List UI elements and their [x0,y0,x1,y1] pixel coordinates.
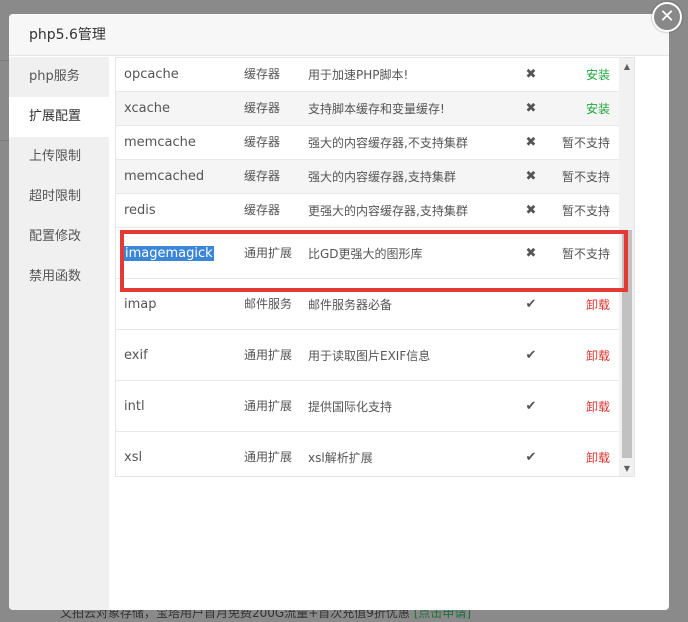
sidebar-item-extensions[interactable]: 扩展配置 [9,97,109,137]
ext-desc: 更强大的内容缓存器,支持集群 [308,204,468,218]
table-row: imap 邮件服务 邮件服务器必备 ✔ 卸载 [116,279,619,330]
ext-name: exif [124,347,148,363]
ext-name: memcached [124,169,205,184]
ext-type: 通用扩展 [244,245,293,260]
ext-type: 缓存器 [244,101,281,115]
ext-name: xcache [124,101,170,116]
table-row: xsl 通用扩展 xsl解析扩展 ✔ 卸载 [116,432,619,476]
table-row: memcached 缓存器 强大的内容缓存器,支持集群 ✖ 暂不支持 [116,160,619,194]
cross-icon: ✖ [525,135,537,150]
cross-icon: ✖ [525,169,537,184]
sidebar-item-config-edit[interactable]: 配置修改 [9,217,109,257]
ext-name: imagemagick [124,228,239,278]
check-icon: ✔ [525,449,537,465]
ext-type: 缓存器 [244,169,281,183]
ext-name: opcache [124,67,179,82]
ext-type: 缓存器 [244,67,281,81]
ext-desc: 支持脚本缓存和变量缓存! [308,102,445,116]
table-row: opcache 缓存器 用于加速PHP脚本! ✖ 安装 [116,58,619,92]
ext-name: xsl [124,449,143,465]
table-row: intl 通用扩展 提供国际化支持 ✔ 卸载 [116,381,619,432]
ext-name-selected: imagemagick [124,245,214,261]
ext-desc: 邮件服务器必备 [308,297,393,312]
unsupported-label: 暂不支持 [561,170,610,184]
ext-type: 缓存器 [244,203,281,217]
table-row: xcache 缓存器 支持脚本缓存和变量缓存! ✖ 安装 [116,92,619,126]
sidebar-item-timeout-limit[interactable]: 超时限制 [9,177,109,217]
sidebar-item-php-service[interactable]: php服务 [9,57,109,97]
table-row: memcache 缓存器 强大的内容缓存器,不支持集群 ✖ 暂不支持 [116,126,619,160]
scroll-up-icon[interactable]: ▲ [619,58,634,74]
check-icon: ✔ [525,296,537,312]
table-row: imagemagick 通用扩展 比GD更强大的图形库 ✖ 暂不支持 [116,228,619,279]
ext-desc: 比GD更强大的图形库 [308,246,423,261]
scrollbar-thumb[interactable] [622,230,632,458]
unsupported-label: 暂不支持 [561,204,610,218]
install-button[interactable]: 安装 [546,58,610,91]
uninstall-button[interactable]: 卸载 [546,432,610,476]
table-row: exif 通用扩展 用于读取图片EXIF信息 ✔ 卸载 [116,330,619,381]
ext-type: 通用扩展 [244,347,293,362]
ext-desc: 用于读取图片EXIF信息 [308,348,431,363]
uninstall-button[interactable]: 卸载 [546,330,610,380]
ext-type: 通用扩展 [244,449,293,464]
extensions-rows: opcache 缓存器 用于加速PHP脚本! ✖ 安装 xcache 缓存器 支… [116,58,619,476]
check-icon: ✔ [525,398,537,414]
uninstall-button[interactable]: 卸载 [546,381,610,431]
ext-type: 缓存器 [244,135,281,149]
ext-name: imap [124,296,157,312]
unsupported-label: 暂不支持 [561,246,610,261]
check-icon: ✔ [525,347,537,363]
cross-icon: ✖ [525,67,537,82]
unsupported-label: 暂不支持 [561,136,610,150]
table-row: redis 缓存器 更强大的内容缓存器,支持集群 ✖ 暂不支持 [116,194,619,228]
uninstall-button[interactable]: 卸载 [546,279,610,329]
ext-desc: 用于加速PHP脚本! [308,68,409,82]
install-button[interactable]: 安装 [546,92,610,125]
ext-type: 邮件服务 [244,296,293,311]
cross-icon: ✖ [525,101,537,116]
table-scrollbar[interactable]: ▲ ▼ [619,58,634,476]
ext-name: memcache [124,135,196,150]
sidebar-item-upload-limit[interactable]: 上传限制 [9,137,109,177]
ext-desc: xsl解析扩展 [308,450,373,465]
ext-name: intl [124,398,145,414]
ext-desc: 提供国际化支持 [308,399,393,414]
extensions-table: opcache 缓存器 用于加速PHP脚本! ✖ 安装 xcache 缓存器 支… [115,57,635,477]
cross-icon: ✖ [525,245,537,261]
dialog-sidebar: php服务 扩展配置 上传限制 超时限制 配置修改 禁用函数 [9,57,109,610]
close-icon[interactable]: ✕ [652,2,682,32]
ext-name: redis [124,203,156,218]
scroll-down-icon[interactable]: ▼ [619,460,634,476]
ext-type: 通用扩展 [244,398,293,413]
cross-icon: ✖ [525,203,537,218]
ext-desc: 强大的内容缓存器,支持集群 [308,170,456,184]
sidebar-item-disabled-functions[interactable]: 禁用函数 [9,257,109,297]
dialog-title: php5.6管理 [9,14,669,56]
ext-desc: 强大的内容缓存器,不支持集群 [308,136,468,150]
